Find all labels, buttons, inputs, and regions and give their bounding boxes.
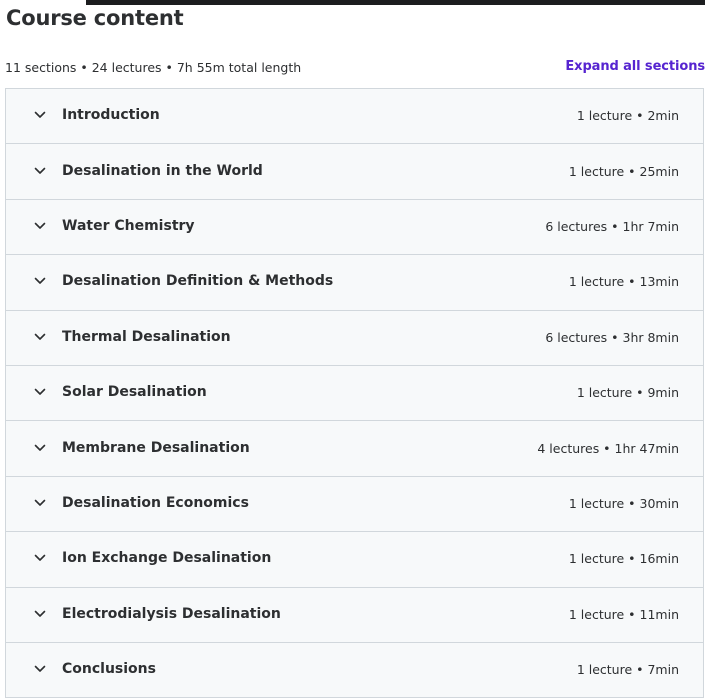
section-lecture-info: 1 lecture • 16min [568,551,679,567]
section-title: Water Chemistry [62,218,195,235]
course-summary-row: 11 sections • 24 lectures • 7h 55m total… [5,58,705,78]
section-lecture-info: 1 lecture • 7min [576,662,679,678]
section-electrodialysis-desalination[interactable]: Electrodialysis Desalination 1 lecture • … [6,587,703,643]
section-title: Thermal Desalination [62,328,231,345]
section-lecture-info: 1 lecture • 25min [568,163,679,179]
section-desalination-economics[interactable]: Desalination Economics 1 lecture • 30min [6,476,703,533]
section-lecture-info: 6 lectures • 1hr 7min [545,218,679,234]
section-desalination-definition-and-methods[interactable]: Desalination Definition & Methods 1 lectu… [6,255,703,311]
sections-list: Introduction 1 lecture • 2min Desalination… [5,88,704,698]
section-lecture-info: 1 lecture • 11min [568,606,679,622]
chevron-down-icon [33,164,47,178]
chevron-down-icon [33,108,47,122]
chevron-down-icon [33,441,47,455]
section-title: Introduction [62,107,160,124]
section-lecture-info: 1 lecture • 13min [568,274,679,290]
section-lecture-info: 6 lectures • 3hr 8min [545,329,679,345]
section-solar-desalination[interactable]: Solar Desalination 1 lecture • 9min [6,365,703,422]
expand-all-sections-button[interactable]: Expand all sections [565,58,705,76]
section-membrane-desalination[interactable]: Membrane Desalination 4 lectures • 1hr 47… [6,421,703,477]
page-title: Course content [6,6,184,30]
section-desalination-in-the-world[interactable]: Desalination in the World 1 lecture • 25m… [6,144,703,200]
chevron-down-icon [33,662,47,676]
section-title: Desalination Definition & Methods [62,273,334,290]
chevron-down-icon [33,607,47,621]
section-lecture-info: 1 lecture • 30min [568,495,679,511]
section-title: Ion Exchange Desalination [62,550,272,567]
section-water-chemistry[interactable]: Water Chemistry 6 lectures • 1hr 7min [6,199,703,256]
chevron-down-icon [33,385,47,399]
section-introduction[interactable]: Introduction 1 lecture • 2min [6,89,703,145]
section-title: Membrane Desalination [62,439,250,456]
section-thermal-desalination[interactable]: Thermal Desalination 6 lectures • 3hr 8mi… [6,310,703,366]
section-title: Conclusions [62,661,156,678]
chevron-down-icon [33,219,47,233]
section-conclusions[interactable]: Conclusions 1 lecture • 7min [6,642,703,698]
section-title: Electrodialysis Desalination [62,605,281,622]
chevron-down-icon [33,330,47,344]
chevron-down-icon [33,496,47,510]
section-title: Desalination Economics [62,495,249,512]
chevron-down-icon [33,274,47,288]
section-lecture-info: 4 lectures • 1hr 47min [537,440,679,456]
section-title: Desalination in the World [62,162,263,179]
section-title: Solar Desalination [62,384,207,401]
section-ion-exchange-desalination[interactable]: Ion Exchange Desalination 1 lecture • 16m… [6,532,703,588]
course-summary-text: 11 sections • 24 lectures • 7h 55m total… [5,60,302,75]
section-lecture-info: 1 lecture • 2min [576,108,679,124]
chevron-down-icon [33,551,47,565]
section-lecture-info: 1 lecture • 9min [576,385,679,401]
